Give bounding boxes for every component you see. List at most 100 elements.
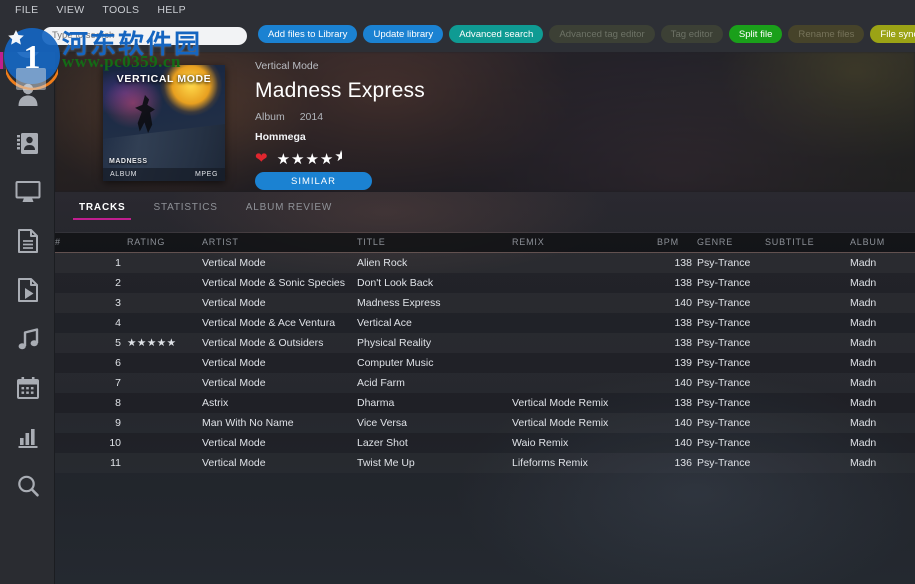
cell-title: Vertical Ace (357, 317, 412, 329)
rating-stars[interactable]: ★★★★★ (277, 149, 343, 167)
cell-title: Don't Look Back (357, 277, 434, 289)
cell-genre: Psy-Trance (697, 337, 751, 349)
column-header-genre[interactable]: GENRE (697, 233, 765, 253)
cell-remix (512, 313, 657, 333)
cell-remix (512, 293, 657, 313)
table-row[interactable]: 9 Man With No Name Vice Versa Vertical Mode… (55, 413, 915, 433)
tracks-table-body: 1 Vertical Mode Alien Rock 138 Psy-Trance Mad… (55, 253, 915, 474)
file-synchro-button[interactable]: File synchro (870, 25, 915, 43)
favorite-heart-icon[interactable]: ❤ (255, 151, 268, 166)
cell-number: 2 (115, 277, 121, 289)
cell-remix (512, 253, 657, 274)
sidebar-item-artists[interactable] (0, 69, 55, 118)
cell-subtitle (765, 453, 850, 473)
table-row[interactable]: 3 Vertical Mode Madness Express 140 Psy-Tran… (55, 293, 915, 313)
cell-number: 11 (110, 457, 121, 469)
cell-remix (512, 273, 657, 293)
menu-item-file[interactable]: FILE (6, 0, 47, 20)
rename-files-button: Rename files (788, 25, 865, 43)
search-input[interactable] (42, 26, 247, 45)
tab-tracks[interactable]: TRACKS (65, 202, 139, 220)
album-type: Album (255, 111, 285, 123)
column-header-remix[interactable]: REMIX (512, 233, 657, 253)
cell-genre: Psy-Trance (697, 377, 751, 389)
cell-artist: Vertical Mode (202, 357, 266, 369)
cell-subtitle (765, 273, 850, 293)
cell-album: Madn (850, 317, 877, 329)
cover-badge-bar: ALBUM MPEG (103, 168, 225, 181)
update-library-button[interactable]: Update library (363, 25, 444, 43)
cell-subtitle (765, 413, 850, 433)
cover-subtitle-text: MADNESS (109, 158, 148, 165)
table-row[interactable]: 5 ★★★★★ Vertical Mode & Outsiders Physical … (55, 333, 915, 353)
menu-item-help[interactable]: HELP (148, 0, 195, 20)
cell-artist: Vertical Mode & Sonic Species (202, 277, 345, 289)
table-row[interactable]: 1 Vertical Mode Alien Rock 138 Psy-Trance Mad… (55, 253, 915, 274)
cell-number: 10 (109, 437, 121, 449)
cell-number: 6 (115, 357, 121, 369)
sidebar-item-search[interactable] (0, 461, 55, 510)
sidebar-item-documents[interactable] (0, 216, 55, 265)
search-container (42, 25, 247, 45)
sidebar-item-stats[interactable] (0, 412, 55, 461)
cover-badge-format: MPEG (194, 171, 218, 178)
table-row[interactable]: 8 Astrix Dharma Vertical Mode Remix 138 Psy-T… (55, 393, 915, 413)
split-file-button[interactable]: Split file (728, 25, 783, 43)
sidebar-item-contacts[interactable] (0, 118, 55, 167)
music-icon (14, 325, 42, 353)
sidebar (0, 20, 55, 584)
column-header-bpm[interactable]: BPM (657, 233, 697, 253)
sidebar-item-devices[interactable] (0, 167, 55, 216)
content-panel: TRACKS STATISTICS ALBUM REVIEW # RATING … (55, 192, 915, 584)
video-icon (15, 276, 41, 304)
table-row[interactable]: 6 Vertical Mode Computer Music 139 Psy-Tranc… (55, 353, 915, 373)
table-row[interactable]: 10 Vertical Mode Lazer Shot Waio Remix 140 Ps… (55, 433, 915, 453)
cell-number: 9 (115, 417, 121, 429)
column-header-subtitle[interactable]: SUBTITLE (765, 233, 850, 253)
cell-rating (127, 353, 202, 373)
cell-title: Madness Express (357, 297, 441, 309)
tab-statistics[interactable]: STATISTICS (139, 202, 231, 220)
cell-artist: Vertical Mode (202, 437, 266, 449)
toolbar-buttons: Add files to Library Update library Adva… (258, 25, 915, 43)
cell-album: Madn (850, 457, 877, 469)
tab-album-review[interactable]: ALBUM REVIEW (232, 202, 346, 220)
cell-album: Madn (850, 297, 877, 309)
table-row[interactable]: 7 Vertical Mode Acid Farm 140 Psy-Trance Madn (55, 373, 915, 393)
column-header-title[interactable]: TITLE (357, 233, 512, 253)
column-header-rating[interactable]: RATING (127, 233, 202, 253)
advanced-tag-editor-button: Advanced tag editor (549, 25, 655, 43)
album-year: 2014 (299, 111, 324, 123)
sidebar-item-music[interactable] (0, 314, 55, 363)
cell-rating (127, 453, 202, 473)
similar-button[interactable]: SIMILAR (255, 172, 372, 190)
album-cover-thumbnail[interactable]: VERTICAL MODE MADNESS ALBUM MPEG (103, 65, 225, 181)
cell-remix (512, 353, 657, 373)
add-files-to-library-button[interactable]: Add files to Library (258, 25, 358, 43)
column-header-artist[interactable]: ARTIST (202, 233, 357, 253)
advanced-search-button[interactable]: Advanced search (449, 25, 544, 43)
column-header-number[interactable]: # (55, 233, 127, 253)
sidebar-item-videos[interactable] (0, 265, 55, 314)
table-row[interactable]: 2 Vertical Mode & Sonic Species Don't Look… (55, 273, 915, 293)
menu-item-tools[interactable]: TOOLS (93, 0, 148, 20)
cell-title: Twist Me Up (357, 457, 415, 469)
cell-title: Alien Rock (357, 257, 408, 269)
cell-album: Madn (850, 257, 877, 269)
table-row[interactable]: 4 Vertical Mode & Ace Ventura Vertical Ace… (55, 313, 915, 333)
column-header-album[interactable]: ALBUM (850, 233, 915, 253)
album-record-label: Hommega (255, 131, 306, 143)
cell-remix: Waio Remix (512, 437, 569, 449)
cell-rating (127, 313, 202, 333)
album-metadata: Vertical Mode Madness Express Album 2014… (255, 60, 775, 190)
cell-genre: Psy-Trance (697, 397, 751, 409)
cell-remix (512, 373, 657, 393)
tracks-table: # RATING ARTIST TITLE REMIX BPM GENRE SU… (55, 233, 915, 473)
table-row[interactable]: 11 Vertical Mode Twist Me Up Lifeforms Remi… (55, 453, 915, 473)
chart-icon (14, 423, 42, 451)
sidebar-item-calendar[interactable] (0, 363, 55, 412)
cell-artist: Vertical Mode (202, 377, 266, 389)
cell-bpm: 136 (674, 457, 692, 469)
cell-bpm: 138 (674, 257, 692, 269)
menu-item-view[interactable]: VIEW (47, 0, 93, 20)
